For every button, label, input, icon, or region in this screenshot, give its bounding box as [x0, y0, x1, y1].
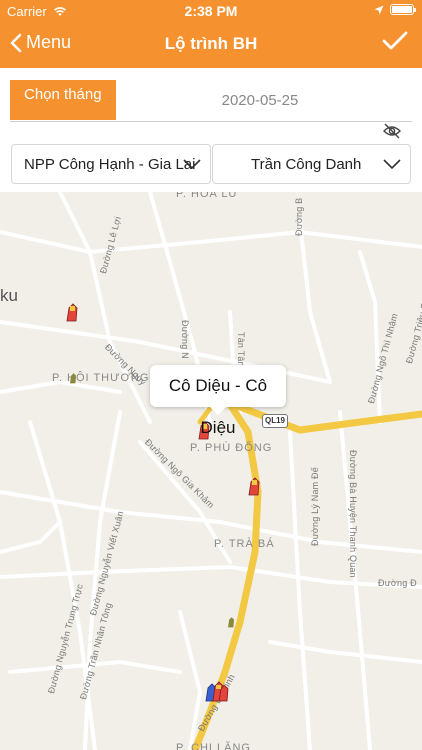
- map-label-duong-b: Đường B: [294, 197, 304, 236]
- map-roads: [0, 192, 422, 750]
- month-picker-row: Chọn tháng 2020-05-25: [10, 80, 412, 122]
- route-map[interactable]: P. HOA LƯ ku P. HỘI THƯƠNG P. PHÙ ĐỔNG P…: [0, 192, 422, 750]
- salesperson-select[interactable]: Trần Công Danh: [212, 144, 411, 184]
- map-label-ly-nam-de: Đường Lý Nam Đế: [310, 467, 320, 546]
- selected-date[interactable]: 2020-05-25: [170, 92, 350, 109]
- customer-marker-cluster[interactable]: [204, 676, 230, 702]
- map-label-ku: ku: [0, 286, 18, 305]
- confirm-button[interactable]: [382, 30, 408, 57]
- map-label-duong-n: Đường N: [180, 320, 190, 359]
- distributor-value: NPP Công Hạnh - Gia Lai: [24, 156, 196, 173]
- highway-shield: QL19: [262, 414, 288, 428]
- map-label-duong-d: Đường Đ: [378, 578, 417, 588]
- chevron-down-icon: [183, 159, 201, 170]
- map-label-ba-huyen: Đường Bà Huyện Thanh Quan: [348, 450, 358, 578]
- customer-marker[interactable]: [68, 372, 78, 384]
- battery-icon: [390, 4, 416, 15]
- app-header: Carrier 2:38 PM Menu Lộ trình BH: [0, 0, 422, 68]
- map-label-tan-tam: Tân Tâm: [236, 332, 246, 370]
- status-bar: Carrier 2:38 PM: [0, 0, 422, 22]
- customer-marker[interactable]: [226, 616, 236, 628]
- customer-marker[interactable]: [64, 302, 80, 322]
- navigation-bar: Menu Lộ trình BH: [0, 24, 422, 64]
- eye-slash-icon[interactable]: [382, 123, 402, 144]
- distributor-select[interactable]: NPP Công Hạnh - Gia Lai: [11, 144, 211, 184]
- map-label-tra-ba: P. TRÀ BÁ: [214, 538, 275, 550]
- map-label-chi-lang: P. CHI LĂNG: [176, 742, 251, 750]
- checkmark-icon: [382, 31, 408, 50]
- customer-marker[interactable]: [246, 476, 262, 496]
- marker-tooltip[interactable]: Cô Diệu - Cô Diệu: [150, 365, 286, 437]
- status-time: 2:38 PM: [184, 3, 238, 19]
- page-title: Lộ trình BH: [164, 34, 258, 53]
- map-label-hoa-lu: P. HOA LƯ: [176, 192, 239, 200]
- salesperson-value: Trần Công Danh: [251, 156, 362, 173]
- location-arrow-icon: [374, 5, 384, 14]
- chevron-down-icon: [383, 159, 401, 170]
- choose-month-button[interactable]: Chọn tháng: [10, 80, 116, 120]
